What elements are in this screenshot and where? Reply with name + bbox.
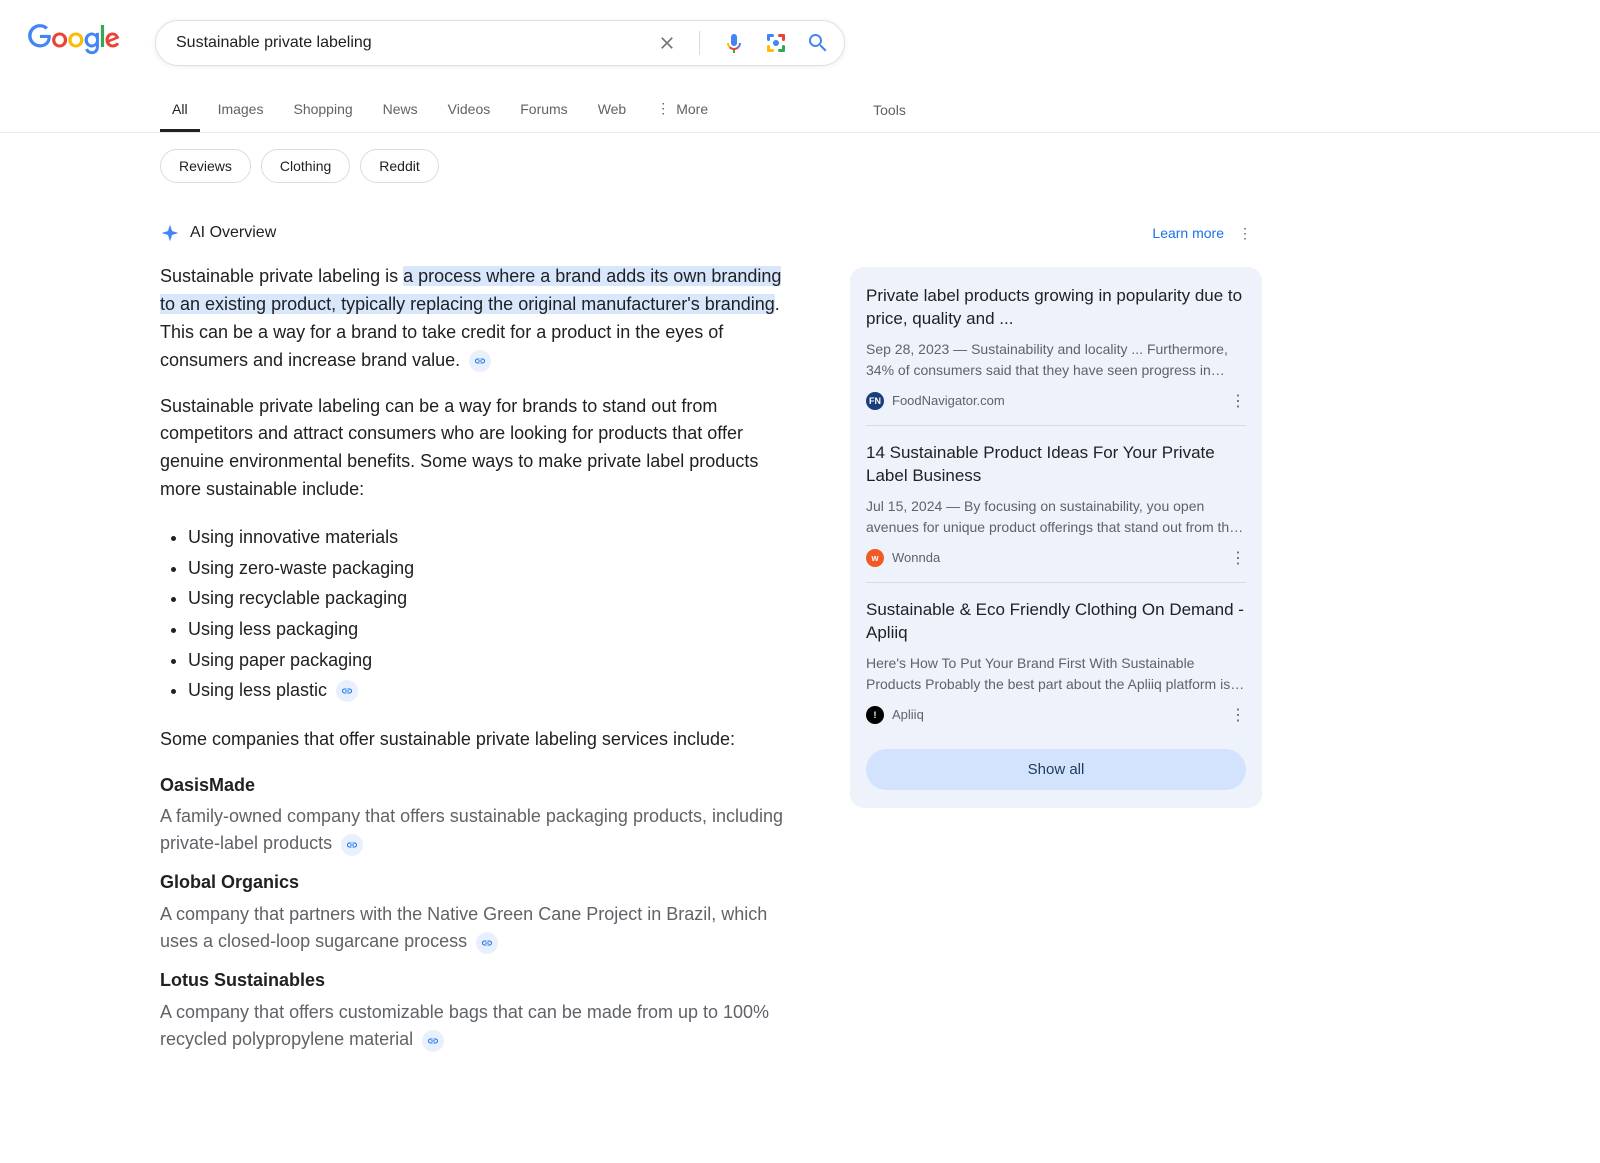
citation-link-icon[interactable] bbox=[336, 680, 358, 702]
source-card[interactable]: Private label products growing in popula… bbox=[866, 285, 1246, 426]
source-card[interactable]: Sustainable & Eco Friendly Clothing On D… bbox=[866, 599, 1246, 739]
company-name: Lotus Sustainables bbox=[160, 967, 790, 995]
learn-more-link[interactable]: Learn more bbox=[1152, 225, 1224, 241]
tab-forums[interactable]: Forums bbox=[508, 87, 579, 132]
citation-link-icon[interactable] bbox=[469, 350, 491, 372]
voice-search-icon[interactable] bbox=[722, 31, 746, 55]
favicon: ! bbox=[866, 706, 884, 724]
search-tabs: All Images Shopping News Videos Forums W… bbox=[0, 86, 1600, 132]
tab-web[interactable]: Web bbox=[586, 87, 639, 132]
sources-panel: Private label products growing in popula… bbox=[850, 267, 1262, 808]
tab-images[interactable]: Images bbox=[206, 87, 276, 132]
list-item: Using innovative materials bbox=[188, 522, 790, 553]
card-menu-icon[interactable]: ⋮ bbox=[1230, 548, 1246, 568]
list-item: Using zero-waste packaging bbox=[188, 553, 790, 584]
chip-clothing[interactable]: Clothing bbox=[261, 149, 350, 183]
source-name: Wonnda bbox=[892, 550, 940, 565]
lens-search-icon[interactable] bbox=[764, 31, 788, 55]
tab-videos[interactable]: Videos bbox=[436, 87, 503, 132]
source-name: Apliiq bbox=[892, 707, 924, 722]
list-item: Using recyclable packaging bbox=[188, 583, 790, 614]
company-name: OasisMade bbox=[160, 772, 790, 800]
show-all-button[interactable]: Show all bbox=[866, 749, 1246, 790]
google-logo[interactable] bbox=[28, 24, 120, 54]
source-name: FoodNavigator.com bbox=[892, 393, 1005, 408]
clear-icon[interactable] bbox=[657, 33, 677, 53]
ai-overview-title: AI Overview bbox=[190, 224, 276, 242]
citation-link-icon[interactable] bbox=[476, 932, 498, 954]
favicon: FN bbox=[866, 392, 884, 410]
chip-reviews[interactable]: Reviews bbox=[160, 149, 251, 183]
source-snippet: Jul 15, 2024 — By focusing on sustainabi… bbox=[866, 496, 1246, 538]
ai-overview-body: Sustainable private labeling is a proces… bbox=[160, 263, 790, 1053]
more-dots-icon: ⋮ bbox=[656, 100, 670, 117]
ai-sparkle-icon bbox=[160, 223, 180, 243]
card-menu-icon[interactable]: ⋮ bbox=[1230, 391, 1246, 411]
source-snippet: Sep 28, 2023 — Sustainability and locali… bbox=[866, 339, 1246, 381]
tab-news[interactable]: News bbox=[371, 87, 430, 132]
search-input[interactable] bbox=[176, 34, 657, 52]
source-title: Sustainable & Eco Friendly Clothing On D… bbox=[866, 599, 1246, 645]
company-desc: A company that partners with the Native … bbox=[160, 901, 790, 955]
search-box[interactable] bbox=[155, 20, 845, 66]
ai-menu-icon[interactable]: ⋮ bbox=[1238, 225, 1252, 242]
source-title: 14 Sustainable Product Ideas For Your Pr… bbox=[866, 442, 1246, 488]
chip-reddit[interactable]: Reddit bbox=[360, 149, 438, 183]
search-icon[interactable] bbox=[806, 31, 830, 55]
favicon: w bbox=[866, 549, 884, 567]
source-snippet: Here's How To Put Your Brand First With … bbox=[866, 653, 1246, 695]
bullet-list: Using innovative materials Using zero-wa… bbox=[188, 522, 790, 706]
list-item: Using less plastic bbox=[188, 675, 790, 706]
company-name: Global Organics bbox=[160, 869, 790, 897]
source-card[interactable]: 14 Sustainable Product Ideas For Your Pr… bbox=[866, 442, 1246, 583]
tab-more[interactable]: ⋮ More bbox=[644, 86, 720, 132]
list-item: Using paper packaging bbox=[188, 645, 790, 676]
divider bbox=[699, 31, 700, 55]
tools-menu[interactable]: Tools bbox=[861, 88, 918, 130]
card-menu-icon[interactable]: ⋮ bbox=[1230, 705, 1246, 725]
company-desc: A company that offers customizable bags … bbox=[160, 999, 790, 1053]
tab-all[interactable]: All bbox=[160, 87, 200, 132]
list-item: Using less packaging bbox=[188, 614, 790, 645]
citation-link-icon[interactable] bbox=[341, 834, 363, 856]
tab-shopping[interactable]: Shopping bbox=[281, 87, 364, 132]
company-desc: A family-owned company that offers susta… bbox=[160, 803, 790, 857]
source-title: Private label products growing in popula… bbox=[866, 285, 1246, 331]
citation-link-icon[interactable] bbox=[422, 1030, 444, 1052]
